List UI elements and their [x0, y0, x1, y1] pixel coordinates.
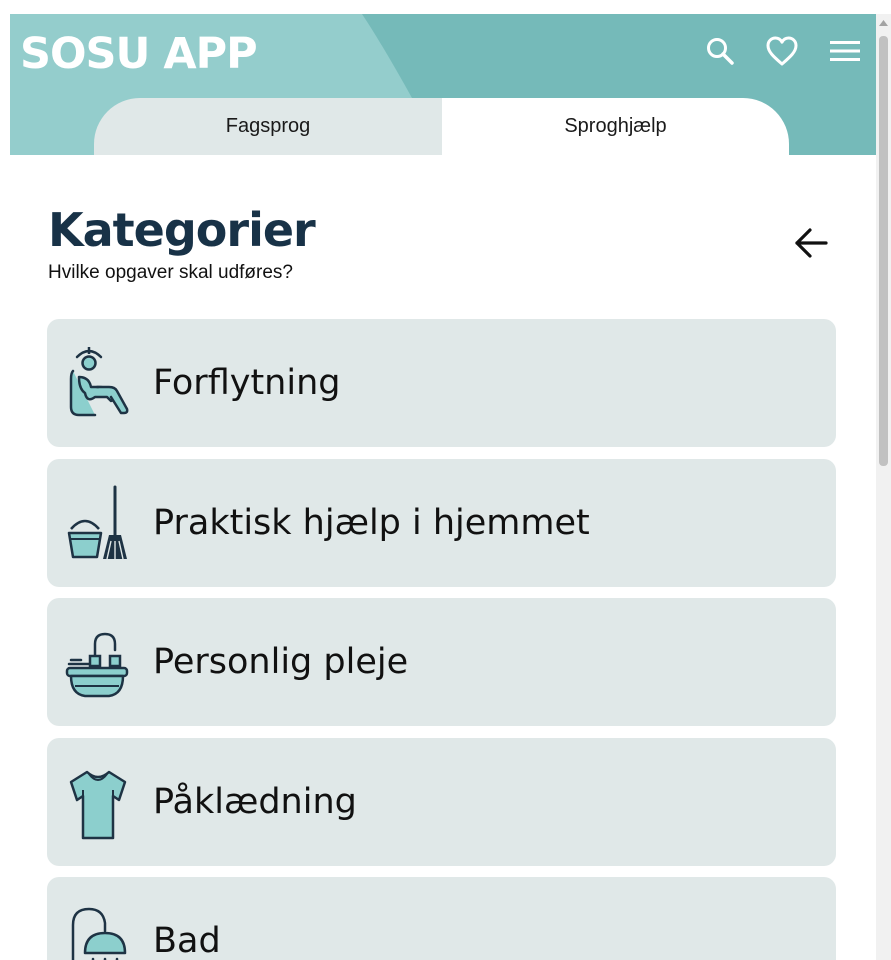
category-label: Bad — [153, 921, 221, 960]
page-subtitle: Hvilke opgaver skal udføres? — [48, 262, 293, 283]
category-label: Personlig pleje — [153, 642, 409, 682]
tab-sproghjaelp[interactable]: Sproghjælp — [442, 98, 789, 155]
page-title: Kategorier — [48, 203, 316, 257]
category-personlig-pleje[interactable]: Personlig pleje — [47, 598, 836, 726]
category-bad[interactable]: Bad — [47, 877, 836, 960]
scrollbar[interactable] — [876, 14, 891, 960]
tab-fagsprog[interactable]: Fagsprog — [94, 98, 442, 155]
category-label: Praktisk hjælp i hjemmet — [153, 503, 590, 543]
category-praktisk-hjaelp[interactable]: Praktisk hjælp i hjemmet — [47, 459, 836, 587]
heart-icon[interactable] — [765, 34, 799, 68]
category-label: Forflytning — [153, 363, 341, 403]
tab-bar: Fagsprog Sproghjælp — [94, 98, 789, 155]
top-strip — [0, 0, 891, 14]
category-label: Påklædning — [153, 782, 357, 822]
scroll-up-icon[interactable] — [876, 14, 891, 31]
category-paaklaedning[interactable]: Påklædning — [47, 738, 836, 866]
tshirt-icon — [69, 770, 127, 840]
patient-lift-icon — [69, 347, 129, 417]
search-icon[interactable] — [703, 34, 737, 68]
menu-icon[interactable] — [828, 34, 862, 68]
arrow-left-icon — [795, 228, 828, 258]
back-button[interactable] — [790, 222, 832, 264]
app-frame: SOSU APP Fagsprog Sproghjælp Kategorier … — [0, 0, 891, 960]
sink-faucet-icon — [65, 632, 129, 698]
shower-icon — [71, 907, 127, 960]
bucket-broom-icon — [67, 485, 127, 560]
category-forflytning[interactable]: Forflytning — [47, 319, 836, 447]
app-title: SOSU APP — [20, 29, 258, 79]
scrollbar-thumb[interactable] — [879, 36, 888, 466]
